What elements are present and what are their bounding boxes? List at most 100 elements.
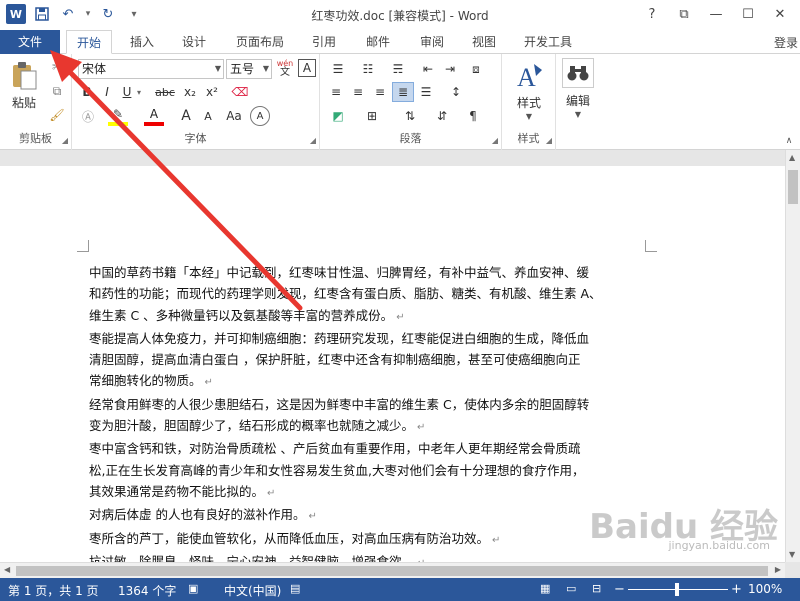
- document-line[interactable]: 经常食用鲜枣的人很少患胆结石，这是因为鲜枣中丰富的维生素 C，使体内多余的胆固醇…: [89, 394, 649, 415]
- binoculars-icon[interactable]: [562, 58, 594, 88]
- minimize-button[interactable]: —: [702, 4, 730, 24]
- document-line[interactable]: 变为胆汁酸，胆固醇少了，结石形成的概率也就随之减少。 ↵: [89, 415, 649, 438]
- tab-insert[interactable]: 插入: [120, 30, 164, 54]
- character-border-button[interactable]: A: [298, 59, 316, 77]
- phonetic-guide-button[interactable]: wén 文: [276, 57, 294, 79]
- distributed-icon[interactable]: ☰: [416, 82, 436, 102]
- multilevel-list-icon[interactable]: ☴: [386, 60, 410, 78]
- zoom-level[interactable]: 100%: [748, 582, 782, 596]
- tab-design[interactable]: 设计: [172, 30, 216, 54]
- zoom-slider-thumb[interactable]: [675, 583, 679, 596]
- word-count[interactable]: 1364 个字: [118, 582, 176, 599]
- language-indicator[interactable]: 中文(中国): [224, 582, 281, 599]
- document-line[interactable]: 对病后体虚 的人也有良好的滋补作用。 ↵: [89, 504, 649, 527]
- decrease-indent-icon[interactable]: ⇤: [418, 60, 438, 78]
- strikethrough-button[interactable]: abc: [152, 82, 178, 102]
- italic-button[interactable]: I: [98, 82, 116, 102]
- numbering-icon[interactable]: ☷: [356, 60, 380, 78]
- styles-launcher-icon[interactable]: ◢: [546, 136, 552, 145]
- help-button[interactable]: ?: [638, 4, 666, 24]
- tab-file[interactable]: 文件: [0, 30, 60, 54]
- zoom-out-icon[interactable]: −: [614, 582, 625, 597]
- format-painter-icon[interactable]: 🖌: [48, 106, 66, 124]
- document-line[interactable]: 中国的草药书籍「本经」中记载到，红枣味甘性温、归脾胃经，有补中益气、养血安神、缓: [89, 262, 649, 283]
- paragraph-launcher-icon[interactable]: ◢: [492, 136, 498, 145]
- font-name-combo[interactable]: 宋体 ▼: [78, 59, 224, 79]
- scroll-right-icon[interactable]: ▶: [775, 565, 781, 574]
- scroll-down-icon[interactable]: ▼: [789, 550, 795, 559]
- tab-page-layout[interactable]: 页面布局: [228, 30, 292, 54]
- paste-button[interactable]: 粘贴: [6, 94, 42, 110]
- justify-icon[interactable]: ≣: [392, 82, 414, 102]
- font-launcher-icon[interactable]: ◢: [310, 136, 316, 145]
- shading-icon[interactable]: ◩: [326, 106, 350, 126]
- chinese-layout-icon[interactable]: ⇅: [398, 106, 422, 126]
- bullets-icon[interactable]: ☰: [326, 60, 350, 78]
- editing-dropdown-icon[interactable]: ▼: [570, 108, 586, 120]
- change-case-button[interactable]: Aa: [222, 106, 246, 126]
- grow-font-button[interactable]: A: [176, 106, 196, 126]
- copy-icon[interactable]: ⧉: [48, 82, 66, 100]
- document-line[interactable]: 松,正在生长发育高峰的青少年和女性容易发生贫血,大枣对他们会有十分理想的食疗作用…: [89, 460, 649, 481]
- sort-icon[interactable]: ⇵: [430, 106, 454, 126]
- styles-button[interactable]: 样式: [506, 94, 552, 110]
- tab-mailings[interactable]: 邮件: [356, 30, 400, 54]
- page-count[interactable]: 第 1 页，共 1 页: [8, 582, 99, 599]
- document-line[interactable]: 枣能提高人体免疫力，并可抑制癌细胞：药理研究发现，红枣能促进白细胞的生成，降低血: [89, 328, 649, 349]
- align-right-icon[interactable]: ≡: [370, 82, 390, 102]
- ribbon-display-options-button[interactable]: ⧉: [670, 4, 698, 24]
- show-marks-icon[interactable]: ¶: [462, 106, 484, 126]
- document-line[interactable]: 维生素 C 、多种微量钙以及氨基酸等丰富的营养成份。 ↵: [89, 305, 649, 328]
- editing-button[interactable]: 编辑: [558, 92, 598, 108]
- sign-in-link[interactable]: 登录: [774, 34, 798, 51]
- vertical-scrollbar[interactable]: ▲ ▼: [785, 150, 800, 562]
- print-layout-icon[interactable]: ▭: [566, 582, 576, 595]
- horizontal-scrollbar[interactable]: ◀ ▶: [0, 562, 785, 578]
- proofing-icon[interactable]: ▣: [188, 582, 198, 595]
- asian-layout-icon[interactable]: ⧈: [466, 60, 486, 78]
- tab-references[interactable]: 引用: [302, 30, 346, 54]
- underline-dropdown-icon[interactable]: ▾: [134, 82, 144, 102]
- document-line[interactable]: 和药性的功能；而现代的药理学则发现，红枣含有蛋白质、脂肪、糖类、有机酸、维生素 …: [89, 283, 649, 304]
- align-center-icon[interactable]: ≡: [348, 82, 368, 102]
- text-effects-icon[interactable]: Ⓐ: [78, 106, 98, 126]
- clipboard-launcher-icon[interactable]: ◢: [62, 136, 68, 145]
- cut-icon[interactable]: ✂: [48, 58, 66, 76]
- tab-developer[interactable]: 开发工具: [516, 30, 580, 54]
- tab-home[interactable]: 开始: [66, 30, 112, 54]
- align-left-icon[interactable]: ≡: [326, 82, 346, 102]
- increase-indent-icon[interactable]: ⇥: [440, 60, 460, 78]
- tab-review[interactable]: 审阅: [410, 30, 454, 54]
- enclose-characters-button[interactable]: A: [250, 106, 270, 126]
- collapse-ribbon-icon[interactable]: ∧: [782, 134, 796, 148]
- horizontal-scroll-thumb[interactable]: [16, 566, 768, 576]
- document-line[interactable]: 枣中富含钙和铁，对防治骨质疏松 、产后贫血有重要作用，中老年人更年期经常会骨质疏: [89, 438, 649, 459]
- document-line[interactable]: 常细胞转化的物质。 ↵: [89, 370, 649, 393]
- macro-record-icon[interactable]: ▤: [290, 582, 300, 595]
- tab-view[interactable]: 视图: [462, 30, 506, 54]
- line-spacing-icon[interactable]: ↕: [444, 82, 468, 102]
- vertical-scroll-thumb[interactable]: [788, 170, 798, 204]
- superscript-button[interactable]: x²: [202, 82, 222, 102]
- scroll-up-icon[interactable]: ▲: [789, 153, 795, 162]
- font-size-combo[interactable]: 五号 ▼: [226, 59, 272, 79]
- highlight-color-icon[interactable]: ✎: [108, 106, 128, 126]
- font-color-icon[interactable]: A: [144, 106, 164, 126]
- subscript-button[interactable]: x₂: [180, 82, 200, 102]
- web-layout-icon[interactable]: ⊟: [592, 582, 601, 595]
- bold-button[interactable]: B: [78, 82, 96, 102]
- shrink-font-button[interactable]: A: [198, 106, 218, 126]
- zoom-in-icon[interactable]: +: [731, 582, 742, 597]
- read-mode-icon[interactable]: ▦: [540, 582, 550, 595]
- document-line[interactable]: 清胆固醇，提高血清白蛋白 ，保护肝脏，红枣中还含有抑制癌细胞，甚至可使癌细胞向正: [89, 349, 649, 370]
- clear-formatting-icon[interactable]: ⌫: [230, 82, 250, 102]
- scroll-left-icon[interactable]: ◀: [4, 565, 10, 574]
- close-button[interactable]: ✕: [766, 4, 794, 24]
- styles-gallery-icon[interactable]: A: [512, 58, 546, 92]
- borders-icon[interactable]: ⊞: [360, 106, 384, 126]
- paste-icon[interactable]: [6, 60, 42, 92]
- document-body[interactable]: 中国的草药书籍「本经」中记载到，红枣味甘性温、归脾胃经，有补中益气、养血安神、缓…: [89, 262, 649, 595]
- document-line[interactable]: 枣所含的芦丁，能使血管软化，从而降低血压，对高血压病有防治功效。 ↵: [89, 528, 649, 551]
- styles-dropdown-icon[interactable]: ▼: [520, 110, 538, 122]
- restore-button[interactable]: ☐: [734, 4, 762, 24]
